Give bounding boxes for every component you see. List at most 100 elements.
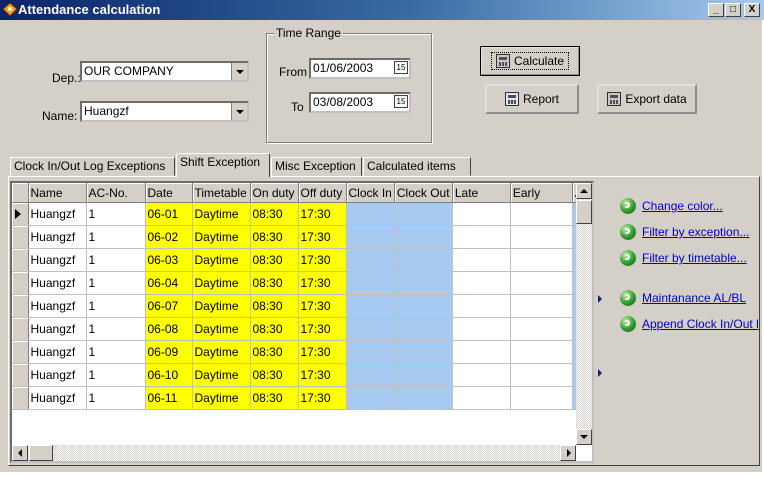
cell-empty[interactable] — [452, 248, 511, 272]
minimize-button[interactable]: _ — [708, 3, 724, 17]
cell-empty[interactable] — [452, 340, 511, 364]
cell-ac-no[interactable]: 1 — [86, 363, 146, 387]
maximize-button[interactable]: □ — [725, 3, 741, 17]
cell-empty[interactable] — [452, 317, 511, 341]
cell-off-duty[interactable]: 17:30 — [298, 317, 347, 341]
cell-on-duty[interactable]: 08:30 — [250, 271, 299, 295]
row-indicator[interactable] — [12, 340, 29, 364]
cell-empty[interactable] — [452, 202, 511, 226]
calculate-button[interactable]: Calculate — [480, 46, 580, 76]
filter-by-exception-link[interactable]: Filter by exception... — [642, 225, 749, 239]
cell-empty[interactable] — [346, 317, 395, 341]
col-header-name[interactable]: Name — [28, 183, 87, 203]
col-header-off-duty[interactable]: Off duty — [298, 183, 347, 203]
col-header-on-duty[interactable]: On duty — [250, 183, 299, 203]
cell-empty[interactable] — [394, 317, 453, 341]
cell-empty[interactable] — [346, 294, 395, 318]
cell-off-duty[interactable]: 17:30 — [298, 271, 347, 295]
table-row[interactable]: Huangzf 1 06-11 Daytime 08:30 17:30 — [12, 386, 586, 410]
cell-name[interactable]: Huangzf — [28, 294, 87, 318]
link-filter-exception[interactable]: Filter by exception... — [620, 224, 749, 240]
cell-empty[interactable] — [452, 271, 511, 295]
cell-timetable[interactable]: Daytime — [192, 386, 251, 410]
scroll-up-button[interactable] — [576, 183, 592, 199]
cell-empty[interactable] — [394, 363, 453, 387]
export-data-button[interactable]: Export data — [597, 84, 697, 114]
col-header-date[interactable]: Date — [145, 183, 193, 203]
table-row[interactable]: Huangzf 1 06-09 Daytime 08:30 17:30 — [12, 340, 586, 364]
cell-empty[interactable] — [452, 225, 511, 249]
tab-shift-exception[interactable]: Shift Exception — [176, 153, 270, 177]
department-select[interactable]: OUR COMPANY — [80, 61, 249, 82]
cell-empty[interactable] — [452, 386, 511, 410]
cell-timetable[interactable]: Daytime — [192, 317, 251, 341]
cell-empty[interactable] — [346, 202, 395, 226]
cell-empty[interactable] — [394, 294, 453, 318]
link-append-clock[interactable]: Append Clock In/Out l — [620, 316, 759, 332]
row-indicator[interactable] — [12, 363, 29, 387]
cell-empty[interactable] — [510, 340, 573, 364]
table-row[interactable]: Huangzf 1 06-02 Daytime 08:30 17:30 — [12, 225, 586, 249]
cell-empty[interactable] — [346, 386, 395, 410]
cell-ac-no[interactable]: 1 — [86, 271, 146, 295]
cell-on-duty[interactable]: 08:30 — [250, 317, 299, 341]
cell-timetable[interactable]: Daytime — [192, 271, 251, 295]
cell-date[interactable]: 06-03 — [145, 248, 193, 272]
close-button[interactable]: X — [744, 3, 760, 17]
cell-off-duty[interactable]: 17:30 — [298, 225, 347, 249]
cell-timetable[interactable]: Daytime — [192, 202, 251, 226]
cell-on-duty[interactable]: 08:30 — [250, 363, 299, 387]
cell-off-duty[interactable]: 17:30 — [298, 202, 347, 226]
tab-misc-exception[interactable]: Misc Exception — [271, 157, 362, 176]
scroll-down-button[interactable] — [576, 429, 592, 445]
row-indicator[interactable] — [12, 248, 29, 272]
col-header-ac-no[interactable]: AC-No. — [86, 183, 146, 203]
scroll-left-button[interactable] — [12, 445, 28, 461]
cell-timetable[interactable]: Daytime — [192, 340, 251, 364]
cell-name[interactable]: Huangzf — [28, 202, 87, 226]
row-indicator[interactable] — [12, 386, 29, 410]
vertical-scroll-thumb[interactable] — [576, 200, 592, 224]
cell-date[interactable]: 06-02 — [145, 225, 193, 249]
cell-empty[interactable] — [346, 363, 395, 387]
cell-empty[interactable] — [452, 294, 511, 318]
cell-date[interactable]: 06-01 — [145, 202, 193, 226]
table-row[interactable]: Huangzf 1 06-04 Daytime 08:30 17:30 — [12, 271, 586, 295]
cell-ac-no[interactable]: 1 — [86, 317, 146, 341]
cell-off-duty[interactable]: 17:30 — [298, 248, 347, 272]
cell-timetable[interactable]: Daytime — [192, 363, 251, 387]
cell-name[interactable]: Huangzf — [28, 386, 87, 410]
expand-arrow-icon[interactable] — [598, 295, 602, 303]
cell-timetable[interactable]: Daytime — [192, 225, 251, 249]
cell-date[interactable]: 06-08 — [145, 317, 193, 341]
col-header-clock-in[interactable]: Clock In — [346, 183, 395, 203]
cell-name[interactable]: Huangzf — [28, 340, 87, 364]
cell-on-duty[interactable]: 08:30 — [250, 386, 299, 410]
cell-off-duty[interactable]: 17:30 — [298, 340, 347, 364]
row-indicator[interactable] — [12, 202, 29, 226]
maintenance-al-bl-link[interactable]: Maintanance AL/BL — [642, 291, 746, 305]
cell-empty[interactable] — [510, 386, 573, 410]
cell-empty[interactable] — [346, 225, 395, 249]
cell-empty[interactable] — [510, 317, 573, 341]
col-header-clock-out[interactable]: Clock Out — [394, 183, 453, 203]
vertical-scrollbar[interactable] — [576, 183, 592, 445]
col-header-early[interactable]: Early — [510, 183, 573, 203]
chevron-down-icon[interactable] — [231, 63, 247, 80]
table-row[interactable]: Huangzf 1 06-08 Daytime 08:30 17:30 — [12, 317, 586, 341]
table-row[interactable]: Huangzf 1 06-07 Daytime 08:30 17:30 — [12, 294, 586, 318]
cell-empty[interactable] — [510, 294, 573, 318]
cell-empty[interactable] — [394, 202, 453, 226]
horizontal-scroll-thumb[interactable] — [29, 445, 53, 461]
cell-empty[interactable] — [394, 248, 453, 272]
cell-ac-no[interactable]: 1 — [86, 386, 146, 410]
cell-on-duty[interactable]: 08:30 — [250, 248, 299, 272]
cell-empty[interactable] — [394, 340, 453, 364]
row-indicator[interactable] — [12, 271, 29, 295]
cell-empty[interactable] — [510, 363, 573, 387]
cell-ac-no[interactable]: 1 — [86, 248, 146, 272]
cell-date[interactable]: 06-09 — [145, 340, 193, 364]
cell-off-duty[interactable]: 17:30 — [298, 294, 347, 318]
cell-ac-no[interactable]: 1 — [86, 225, 146, 249]
cell-off-duty[interactable]: 17:30 — [298, 386, 347, 410]
